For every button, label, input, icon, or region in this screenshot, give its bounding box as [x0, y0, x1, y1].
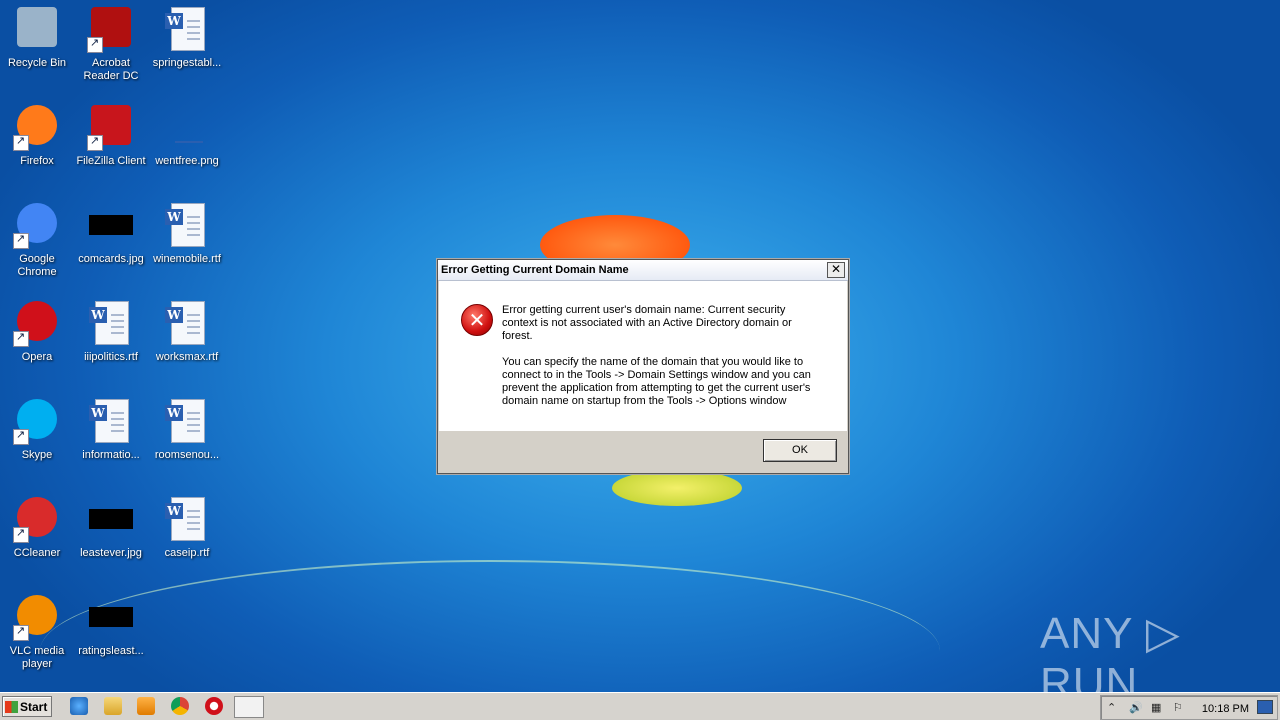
clock[interactable]: 10:18 PM [1202, 703, 1249, 715]
desktop-icon[interactable]: leastever.jpg [74, 495, 148, 560]
help-message: You can specify the name of the domain t… [502, 356, 811, 407]
ok-button[interactable]: OK [763, 439, 837, 462]
desktop-icon[interactable]: CCleaner [0, 495, 74, 560]
app-window-icon[interactable] [234, 696, 264, 718]
desktop-icon-label: worksmax.rtf [155, 351, 219, 363]
error-icon [461, 304, 493, 336]
desktop-icon[interactable]: wentfree.png [150, 103, 224, 168]
desktop-icon[interactable]: Wspringestabl... [150, 5, 224, 70]
taskbar: Start ⌃ 🔊 ▦ ⚐ 10:18 PM [0, 692, 1280, 720]
acrobat-icon [87, 5, 135, 53]
dialog-titlebar[interactable]: Error Getting Current Domain Name ✕ [438, 260, 848, 281]
desktop-icon-label: Firefox [20, 155, 54, 167]
shortcut-arrow-icon [13, 526, 29, 543]
firefox-icon [13, 103, 61, 151]
network-icon[interactable]: ▦ [1151, 701, 1161, 714]
desktop-icon-label: FileZilla Client [76, 155, 146, 167]
desktop-icon[interactable]: Winformatio... [74, 397, 148, 462]
shortcut-arrow-icon [13, 232, 29, 249]
error-dialog: Error Getting Current Domain Name ✕ Erro… [437, 259, 849, 474]
image-file-icon [87, 201, 135, 249]
desktop-icon-label: Opera [21, 351, 53, 363]
desktop-icon-label: CCleaner [13, 547, 61, 559]
desktop-icon-label: roomsenou... [154, 449, 220, 461]
desktop-icon-label: springestabl... [152, 57, 222, 69]
vlc-icon [13, 593, 61, 641]
desktop-icon-label: informatio... [82, 449, 140, 461]
desktop-icon[interactable]: VLC media player [0, 593, 74, 671]
desktop-icon-label: wentfree.png [155, 155, 219, 167]
desktop-icon[interactable]: Wcaseip.rtf [150, 495, 224, 560]
word-doc-icon: W [163, 299, 211, 347]
desktop-icon[interactable]: Wwinemobile.rtf [150, 201, 224, 266]
desktop-icon-label: VLC media player [9, 645, 65, 670]
opera-icon[interactable] [205, 697, 223, 715]
desktop-icon-label: Recycle Bin [7, 57, 67, 69]
desktop-icon[interactable]: Wworksmax.rtf [150, 299, 224, 364]
desktop-icon[interactable]: Opera [0, 299, 74, 364]
dialog-title: Error Getting Current Domain Name [441, 264, 629, 276]
word-doc-icon: W [163, 397, 211, 445]
word-doc-icon: W [87, 299, 135, 347]
chrome-icon [13, 201, 61, 249]
explorer-folder-icon[interactable] [104, 697, 122, 715]
internet-explorer-icon[interactable] [70, 697, 88, 715]
desktop-icon[interactable]: Google Chrome [0, 201, 74, 279]
shortcut-arrow-icon [13, 134, 29, 151]
show-hidden-icons[interactable]: ⌃ [1107, 701, 1116, 714]
dialog-message: Error getting current user's domain name… [502, 304, 822, 421]
word-doc-icon: W [163, 5, 211, 53]
desktop-icon-label: iiipolitics.rtf [84, 351, 138, 363]
filezilla-icon [87, 103, 135, 151]
light-arc [40, 560, 940, 692]
shortcut-arrow-icon [87, 134, 103, 151]
desktop-icon-label: Skype [21, 449, 53, 461]
ccleaner-icon [13, 495, 61, 543]
image-file-icon [87, 495, 135, 543]
error-message: Error getting current user's domain name… [502, 304, 792, 342]
windows-logo-glow-yellow [612, 470, 742, 506]
desktop-icon-label: Acrobat Reader DC [83, 57, 139, 82]
windows-flag-icon [5, 701, 18, 713]
show-desktop-icon[interactable] [1257, 700, 1273, 714]
shortcut-arrow-icon [13, 428, 29, 445]
shortcut-arrow-icon [13, 330, 29, 347]
image-file-icon [87, 593, 135, 641]
word-doc-icon: W [163, 495, 211, 543]
desktop-icon-label: comcards.jpg [78, 253, 144, 265]
system-tray: ⌃ 🔊 ▦ ⚐ 10:18 PM [1100, 695, 1278, 720]
desktop-icon[interactable]: Recycle Bin [0, 5, 74, 70]
word-doc-icon: W [163, 201, 211, 249]
desktop-icon[interactable]: FileZilla Client [74, 103, 148, 168]
start-label: Start [20, 700, 48, 714]
desktop-icon[interactable]: Wroomsenou... [150, 397, 224, 462]
recycle-bin-icon [13, 5, 61, 53]
desktop-icon[interactable]: Acrobat Reader DC [74, 5, 148, 83]
word-doc-icon: W [87, 397, 135, 445]
desktop-icon[interactable]: Skype [0, 397, 74, 462]
desktop-icon-label: leastever.jpg [80, 547, 142, 559]
action-center-flag-icon[interactable]: ⚐ [1173, 701, 1183, 714]
desktop-icon[interactable]: comcards.jpg [74, 201, 148, 266]
desktop-icon-label: winemobile.rtf [153, 253, 221, 265]
desktop-icon-label: Google Chrome [17, 253, 57, 278]
desktop-icon-label: caseip.rtf [164, 547, 210, 559]
volume-icon[interactable]: 🔊 [1129, 701, 1143, 714]
desktop-icon[interactable]: Firefox [0, 103, 74, 168]
start-button[interactable]: Start [2, 696, 52, 717]
desktop-icon[interactable]: ratingsleast... [74, 593, 148, 658]
chrome-icon[interactable] [171, 697, 189, 715]
anyrun-watermark: ANY ▷ RUN [1040, 609, 1181, 692]
desktop-icon-label: ratingsleast... [78, 645, 144, 657]
desktop: Recycle Bin Acrobat Reader DC Wspringestab… [0, 0, 1280, 692]
image-file-icon [163, 103, 211, 151]
shortcut-arrow-icon [13, 624, 29, 641]
dialog-body: Error getting current user's domain name… [439, 281, 847, 431]
skype-icon [13, 397, 61, 445]
shortcut-arrow-icon [87, 36, 103, 53]
opera-icon [13, 299, 61, 347]
close-icon[interactable]: ✕ [827, 262, 845, 278]
media-player-icon[interactable] [137, 697, 155, 715]
desktop-icon[interactable]: Wiiipolitics.rtf [74, 299, 148, 364]
